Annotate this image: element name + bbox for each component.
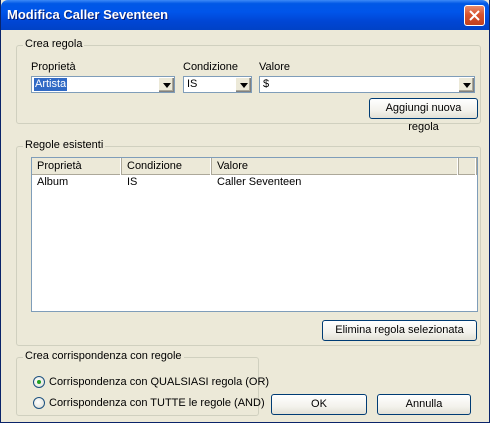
- property-dropdown-button[interactable]: [158, 77, 174, 92]
- condition-selected-value: IS: [187, 78, 198, 90]
- row-condition: IS: [127, 176, 138, 188]
- value-label: Valore: [259, 61, 290, 73]
- match-all-label[interactable]: Corrispondenza con TUTTE le regole (AND): [49, 397, 265, 409]
- chevron-down-icon: [240, 83, 248, 88]
- column-header-filler: [459, 158, 477, 175]
- condition-label: Condizione: [183, 61, 239, 73]
- condition-dropdown-button[interactable]: [235, 77, 251, 92]
- matching-legend: Crea corrispondenza con regole: [23, 350, 184, 362]
- add-rule-button[interactable]: Aggiungi nuova regola: [369, 98, 478, 133]
- close-button[interactable]: [464, 5, 485, 26]
- column-header-condition[interactable]: Condizione: [122, 158, 212, 175]
- cancel-button[interactable]: Annulla: [377, 394, 471, 415]
- title-bar[interactable]: Modifica Caller Seventeen: [1, 0, 489, 30]
- rules-list[interactable]: Proprietà Condizione Valore Album IS Cal…: [31, 157, 478, 312]
- row-value: Caller Seventeen: [217, 176, 302, 188]
- property-selected-value: Artista: [34, 78, 68, 91]
- chevron-down-icon: [163, 83, 171, 88]
- chevron-down-icon: [463, 83, 471, 88]
- ok-button[interactable]: OK: [271, 394, 367, 415]
- column-header-property[interactable]: Proprietà: [32, 158, 122, 175]
- match-any-radio[interactable]: [33, 376, 45, 388]
- property-label: Proprietà: [31, 61, 76, 73]
- close-icon: [469, 10, 480, 21]
- existing-rules-legend: Regole esistenti: [23, 139, 106, 151]
- match-all-radio[interactable]: [33, 397, 45, 409]
- condition-select[interactable]: IS: [183, 76, 252, 93]
- edit-playlist-dialog: Modifica Caller Seventeen Crea regola Pr…: [0, 0, 490, 423]
- table-row[interactable]: Album IS Caller Seventeen: [32, 175, 477, 189]
- create-rule-legend: Crea regola: [23, 38, 85, 50]
- match-any-label[interactable]: Corrispondenza con QUALSIASI regola (OR): [49, 376, 269, 388]
- column-header-value[interactable]: Valore: [212, 158, 459, 175]
- window-title: Modifica Caller Seventeen: [7, 7, 169, 22]
- value-dropdown-button[interactable]: [458, 77, 474, 92]
- property-select[interactable]: Artista: [31, 76, 175, 93]
- value-current-text: $: [263, 78, 270, 90]
- value-input[interactable]: $: [259, 76, 475, 93]
- row-property: Album: [37, 176, 69, 188]
- delete-rule-button[interactable]: Elimina regola selezionata: [322, 320, 477, 341]
- rules-list-header: Proprietà Condizione Valore: [32, 158, 477, 175]
